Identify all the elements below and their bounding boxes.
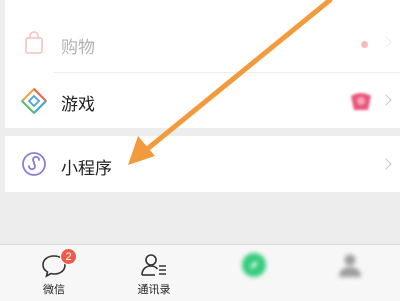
game-promo-thumbnail (351, 93, 371, 110)
discover-group-bottom: 小程序 (5, 136, 400, 192)
bottom-tab-bar: 2 微信 通讯录 (0, 244, 400, 301)
chevron-right-icon (380, 94, 392, 106)
tab-label: 通讯录 (137, 283, 171, 296)
tab-contacts[interactable]: 通讯录 (114, 245, 194, 301)
contacts-icon (141, 254, 166, 276)
games-diamond-icon (21, 88, 47, 114)
menu-item-games[interactable]: 游戏 (5, 72, 400, 128)
mini-program-icon (22, 152, 46, 176)
person-icon (339, 254, 361, 277)
tab-label: 微信 (43, 283, 65, 296)
chevron-right-icon (380, 158, 392, 170)
compass-icon (242, 253, 266, 277)
tab-discover[interactable] (214, 245, 294, 301)
tab-chats[interactable]: 2 微信 (14, 245, 94, 301)
tab-me[interactable] (310, 245, 390, 301)
menu-item-label: 小程序 (61, 159, 112, 179)
menu-item-shopping[interactable]: 购物 (5, 14, 400, 74)
menu-item-mini-programs[interactable]: 小程序 (5, 136, 400, 192)
discover-group-top: 购物 游戏 (5, 0, 400, 128)
menu-item-label: 购物 (61, 38, 95, 58)
menu-item-label: 游戏 (61, 95, 95, 115)
chevron-right-icon (380, 36, 392, 48)
unread-badge: 2 (60, 248, 77, 265)
shopping-bag-icon (25, 31, 43, 54)
notification-dot (361, 41, 368, 48)
